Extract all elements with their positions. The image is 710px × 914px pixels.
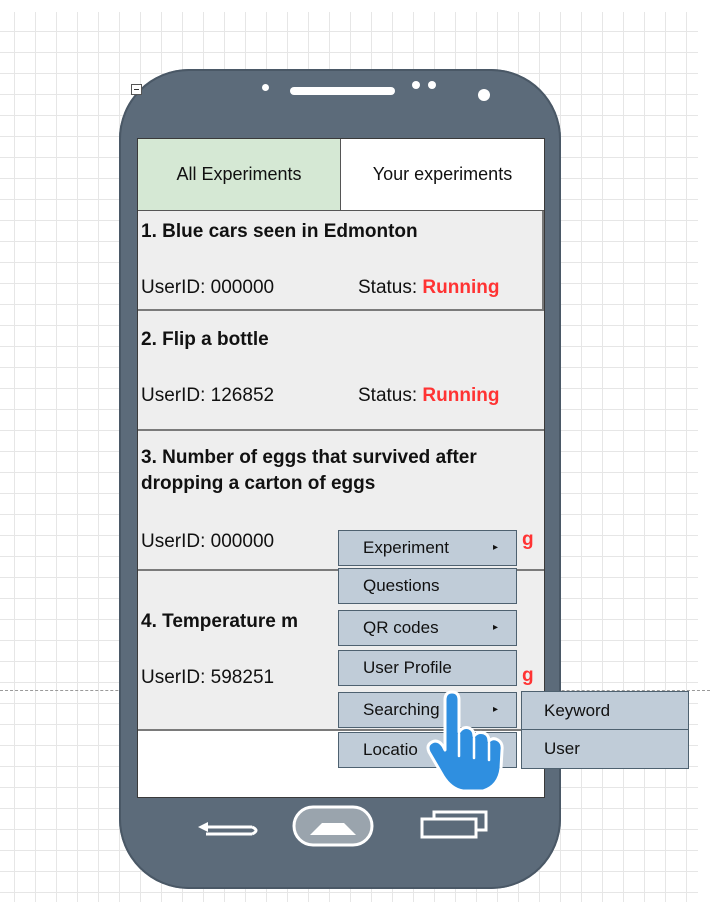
experiment-title: 2. Flip a bottle	[141, 329, 269, 350]
tab-bar: All Experiments Your experiments	[138, 139, 544, 211]
front-camera	[478, 89, 490, 101]
phone-speaker	[290, 87, 395, 95]
phone-sensor-dot	[412, 81, 420, 89]
menu-item-qr-codes[interactable]: QR codes ▸	[338, 610, 517, 646]
page-margin-bottom	[0, 902, 710, 914]
experiment-status: Status: Running	[358, 385, 499, 407]
menu-item-experiment[interactable]: Experiment ▸	[338, 530, 517, 566]
experiment-status: Status: Running	[358, 277, 499, 299]
submenu-item-keyword[interactable]: Keyword	[521, 691, 689, 731]
submenu-arrow-icon: ▸	[492, 542, 498, 553]
experiment-user-id: UserID: 000000	[141, 531, 275, 552]
page-margin-right	[698, 0, 710, 914]
status-label: Status:	[358, 385, 423, 406]
experiment-title: 3. Number of eggs that survived after dr…	[141, 447, 477, 494]
experiment-card[interactable]: 2. Flip a bottle UserID: 126852 Status: …	[138, 311, 544, 431]
experiment-user-id: UserID: 000000	[141, 277, 275, 298]
menu-item-user-profile[interactable]: User Profile	[338, 650, 517, 686]
collapse-toggle[interactable]	[131, 84, 142, 95]
menu-item-label: Experiment	[363, 538, 449, 557]
status-label: Status:	[358, 277, 423, 298]
page-margin-top	[0, 0, 710, 12]
submenu-arrow-icon: ▸	[492, 622, 498, 633]
status-value: Running	[422, 277, 500, 298]
menu-item-label: Questions	[363, 576, 440, 595]
tab-all-experiments[interactable]: All Experiments	[138, 139, 341, 210]
menu-item-label: User Profile	[363, 658, 452, 677]
phone-sensor-dot	[262, 84, 269, 91]
menu-item-label: QR codes	[363, 618, 439, 637]
recent-apps-icon[interactable]	[420, 810, 490, 840]
tab-your-experiments[interactable]: Your experiments	[341, 139, 544, 210]
phone-sensor-dot	[428, 81, 436, 89]
menu-item-label: Locatio	[363, 740, 418, 759]
back-icon[interactable]	[194, 812, 264, 842]
experiment-user-id: UserID: 598251	[141, 667, 275, 688]
status-value: g	[522, 665, 534, 686]
status-value: g	[522, 529, 534, 550]
experiment-user-id: UserID: 126852	[141, 385, 275, 406]
experiment-title: 1. Blue cars seen in Edmonton	[141, 221, 418, 242]
hand-pointer-cursor-icon	[426, 690, 504, 793]
status-value: Running	[422, 385, 500, 406]
experiment-card[interactable]: 1. Blue cars seen in Edmonton UserID: 00…	[138, 211, 544, 311]
submenu-item-user[interactable]: User	[521, 729, 689, 769]
home-icon[interactable]	[292, 805, 382, 850]
menu-item-questions[interactable]: Questions	[338, 568, 517, 604]
